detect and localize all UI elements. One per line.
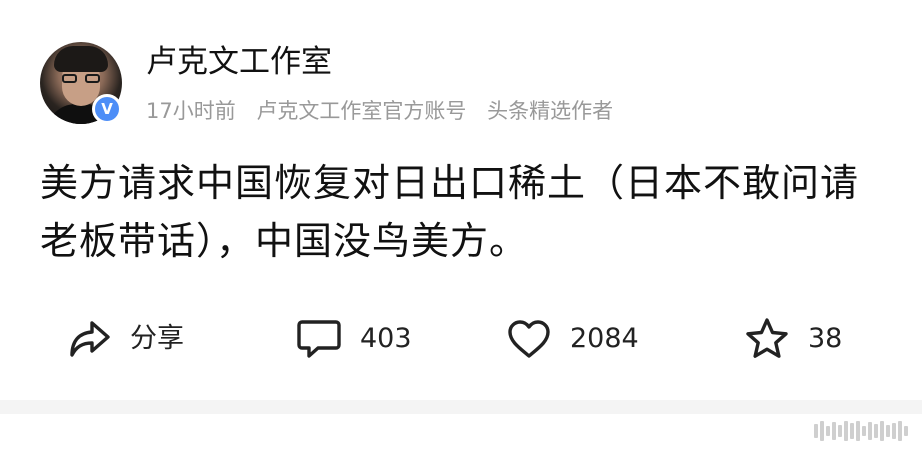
comment-count: 403 [360, 323, 412, 354]
like-button[interactable]: 2084 [506, 312, 639, 366]
share-button[interactable]: 分享 [68, 312, 184, 366]
comment-button[interactable]: 403 [296, 312, 412, 366]
favorite-button[interactable]: 38 [744, 312, 842, 366]
section-divider [0, 400, 922, 414]
verified-badge-icon: V [92, 94, 122, 124]
favorite-count: 38 [808, 323, 843, 354]
post-card: V 卢克文工作室 17小时前 卢克文工作室官方账号 头条精选作者 美方请求中国恢… [0, 0, 922, 412]
avatar-hair-shape [54, 46, 108, 72]
post-time: 17小时前 [146, 99, 236, 123]
comment-bubble-icon [297, 320, 341, 358]
post-meta: 17小时前 卢克文工作室官方账号 头条精选作者 [146, 97, 613, 125]
post-text[interactable]: 美方请求中国恢复对日出口稀土（日本不敢问请老板带话），中国没鸟美方。 [40, 154, 890, 270]
heart-icon [508, 320, 550, 358]
action-bar: 分享 403 2084 38 [0, 312, 922, 366]
watermark-logo [814, 418, 908, 444]
author-name[interactable]: 卢克文工作室 [146, 42, 332, 82]
share-arrow-icon [70, 321, 110, 357]
avatar-glasses-shape [62, 74, 100, 84]
like-count: 2084 [570, 323, 639, 354]
star-icon [746, 318, 788, 358]
author-tag: 头条精选作者 [487, 99, 614, 123]
account-type: 卢克文工作室官方账号 [256, 99, 467, 123]
share-label: 分享 [130, 323, 184, 354]
